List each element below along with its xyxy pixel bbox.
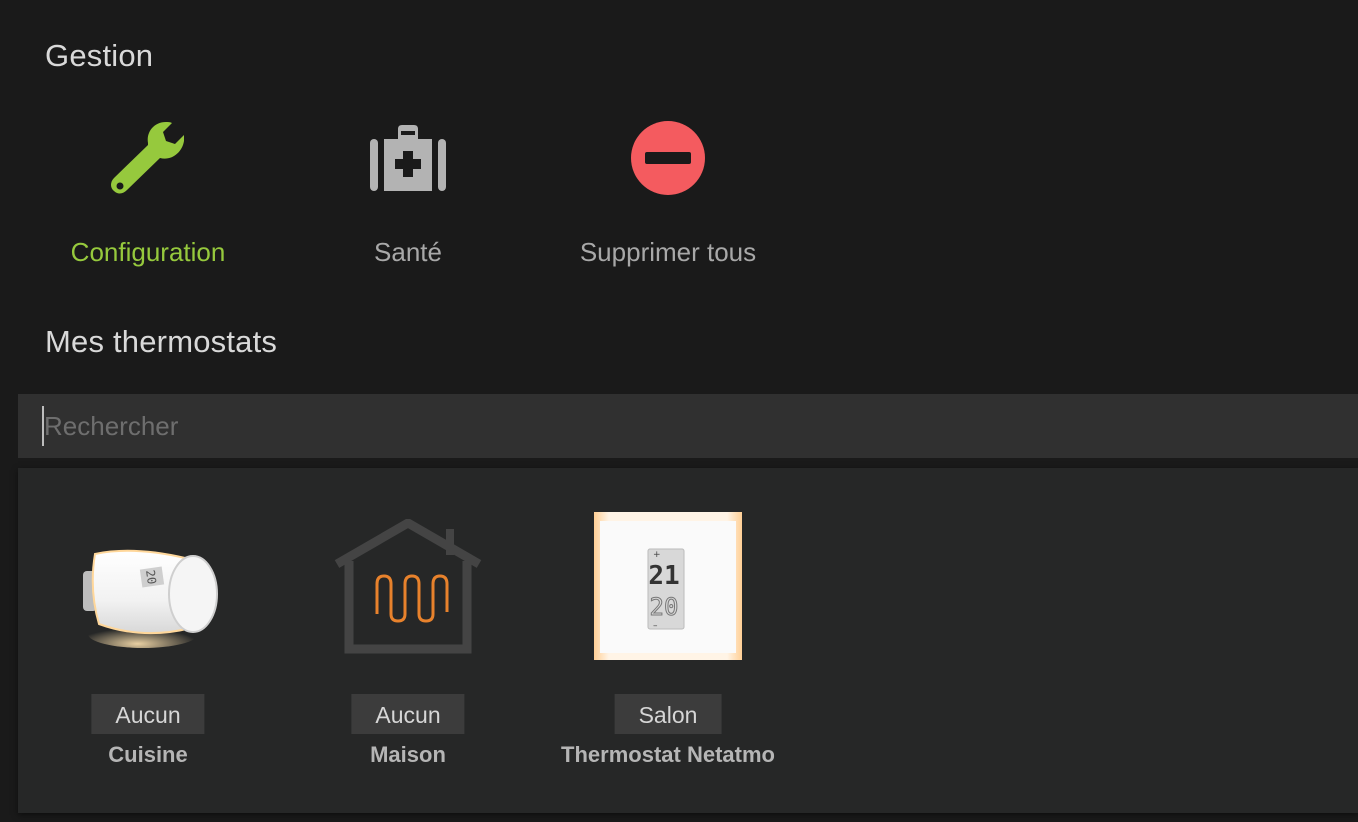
minus-circle-icon (538, 110, 798, 206)
room-badge: Aucun (91, 694, 205, 734)
plus-glyph: + (653, 550, 661, 560)
configuration-label: Configuration (70, 237, 226, 267)
device-card[interactable]: + – 21 20 Salon Thermostat Netatmo (538, 498, 798, 798)
netatmo-thermostat-image: + – 21 20 (593, 506, 743, 666)
house-heating-icon (333, 506, 483, 666)
setpoint-temp-text: 20 (650, 593, 679, 621)
valve-display-text: 20 (143, 569, 159, 585)
minus-glyph: – (653, 621, 658, 631)
section-title-thermostats: Mes thermostats (45, 324, 278, 359)
delete-all-button[interactable]: Supprimer tous (538, 110, 798, 280)
configuration-button[interactable]: Configuration (18, 110, 278, 280)
medical-kit-icon (278, 110, 538, 206)
search-input[interactable] (42, 406, 1344, 446)
netatmo-valve-image: 20 (73, 506, 223, 666)
section-title-gestion: Gestion (45, 38, 154, 73)
sante-button[interactable]: Santé (278, 110, 538, 280)
search-bar (18, 394, 1358, 458)
room-badge: Aucun (351, 694, 465, 734)
room-badge: Salon (614, 694, 722, 734)
devices-panel: 20 Aucun Cuisine Aucun Maison + – 21 20 … (18, 468, 1358, 813)
delete-all-label: Supprimer tous (579, 237, 757, 267)
current-temp-text: 21 (648, 561, 679, 591)
device-name: Thermostat Netatmo (561, 742, 775, 767)
wrench-icon (18, 110, 278, 206)
sante-label: Santé (374, 237, 442, 267)
